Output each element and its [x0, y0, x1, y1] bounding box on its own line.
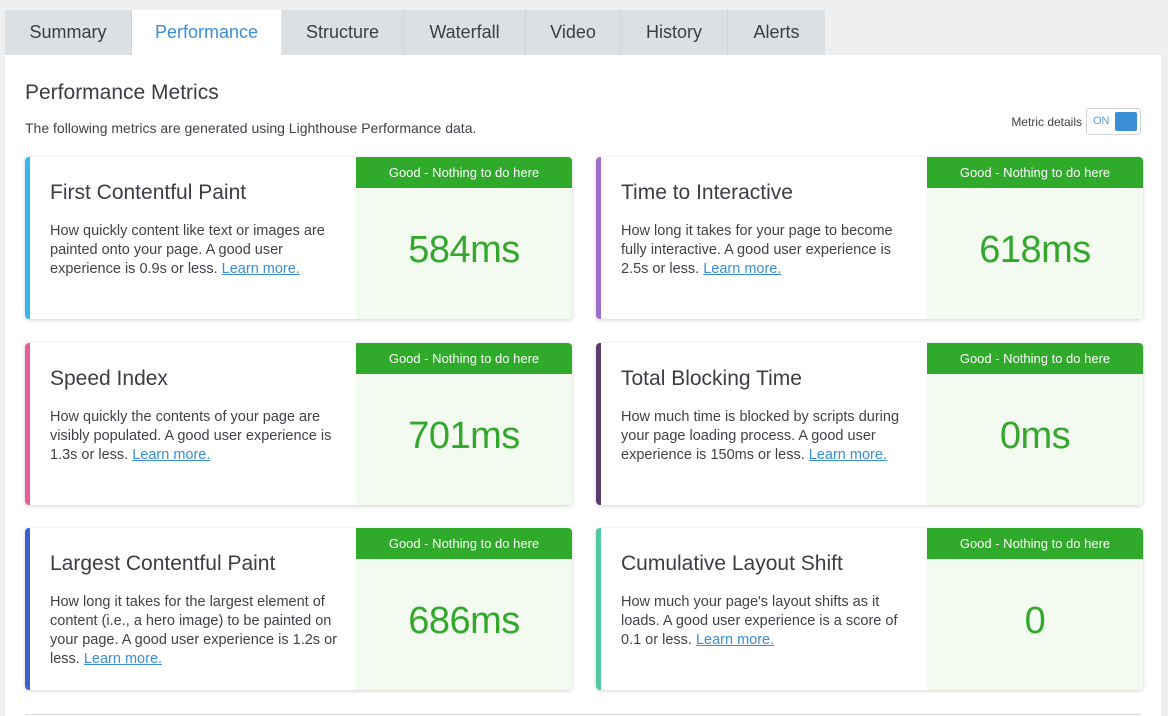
- metric-description: How quickly content like text or images …: [50, 222, 350, 279]
- tab-video[interactable]: Video: [526, 10, 621, 55]
- metric-score-panel: Good - Nothing to do here 701ms: [356, 343, 572, 505]
- metric-description: How quickly the contents of your page ar…: [50, 408, 350, 465]
- metric-value: 584ms: [408, 229, 520, 271]
- learn-more-link[interactable]: Learn more.: [809, 447, 887, 463]
- metric-score-panel: Good - Nothing to do here 618ms: [927, 157, 1143, 319]
- metric-title: Time to Interactive: [621, 181, 793, 204]
- metric-title: Speed Index: [50, 367, 168, 390]
- metric-value: 686ms: [408, 600, 520, 642]
- performance-panel: Performance Metrics The following metric…: [5, 55, 1161, 716]
- metric-card-largest-contentful-paint: Largest Contentful Paint How long it tak…: [25, 528, 572, 690]
- metric-accent-bar: [596, 157, 601, 319]
- metric-accent-bar: [25, 343, 30, 505]
- tab-summary[interactable]: Summary: [5, 10, 132, 55]
- status-badge: Good - Nothing to do here: [356, 157, 572, 188]
- metric-accent-bar: [596, 343, 601, 505]
- status-badge: Good - Nothing to do here: [927, 343, 1143, 374]
- toggle-knob: [1115, 112, 1137, 131]
- status-badge: Good - Nothing to do here: [356, 343, 572, 374]
- page-title: Performance Metrics: [25, 81, 219, 104]
- learn-more-link[interactable]: Learn more.: [132, 447, 210, 463]
- metric-card-cumulative-layout-shift: Cumulative Layout Shift How much your pa…: [596, 528, 1143, 690]
- metric-card-first-contentful-paint: First Contentful Paint How quickly conte…: [25, 157, 572, 319]
- metric-score-panel: Good - Nothing to do here 584ms: [356, 157, 572, 319]
- learn-more-link[interactable]: Learn more.: [703, 261, 781, 277]
- metric-value: 0ms: [999, 415, 1071, 457]
- learn-more-link[interactable]: Learn more.: [84, 651, 162, 667]
- metric-score-panel: Good - Nothing to do here 686ms: [356, 528, 572, 690]
- tab-waterfall[interactable]: Waterfall: [404, 10, 526, 55]
- metric-accent-bar: [25, 528, 30, 690]
- metric-description: How much time is blocked by scripts duri…: [621, 408, 921, 465]
- toggle-state-text: ON: [1093, 115, 1110, 127]
- section-divider: [25, 714, 1141, 715]
- metric-score-panel: Good - Nothing to do here 0ms: [927, 343, 1143, 505]
- status-badge: Good - Nothing to do here: [927, 528, 1143, 559]
- learn-more-link[interactable]: Learn more.: [696, 632, 774, 648]
- metric-value: 701ms: [408, 415, 520, 457]
- status-badge: Good - Nothing to do here: [356, 528, 572, 559]
- metric-title: Cumulative Layout Shift: [621, 552, 843, 575]
- metric-value: 618ms: [979, 229, 1091, 271]
- metric-description: How long it takes for the largest elemen…: [50, 593, 350, 669]
- tab-alerts[interactable]: Alerts: [728, 10, 825, 55]
- metric-description: How much your page's layout shifts as it…: [621, 593, 921, 650]
- metric-value: 0: [1024, 600, 1046, 642]
- metric-card-time-to-interactive: Time to Interactive How long it takes fo…: [596, 157, 1143, 319]
- learn-more-link[interactable]: Learn more.: [222, 261, 300, 277]
- metric-accent-bar: [596, 528, 601, 690]
- metric-title: Total Blocking Time: [621, 367, 802, 390]
- metric-details-toggle[interactable]: ON: [1086, 108, 1141, 135]
- metric-title: Largest Contentful Paint: [50, 552, 276, 575]
- tab-history[interactable]: History: [621, 10, 728, 55]
- metric-card-total-blocking-time: Total Blocking Time How much time is blo…: [596, 343, 1143, 505]
- metric-score-panel: Good - Nothing to do here 0: [927, 528, 1143, 690]
- page-subtitle: The following metrics are generated usin…: [25, 120, 477, 136]
- metric-accent-bar: [25, 157, 30, 319]
- tab-performance[interactable]: Performance: [132, 10, 282, 55]
- metric-card-speed-index: Speed Index How quickly the contents of …: [25, 343, 572, 505]
- metric-details-control: Metric details ON: [1011, 108, 1141, 135]
- metric-description: How long it takes for your page to becom…: [621, 222, 921, 279]
- metric-details-label: Metric details: [1011, 114, 1082, 129]
- status-badge: Good - Nothing to do here: [927, 157, 1143, 188]
- tab-bar: Summary Performance Structure Waterfall …: [5, 10, 825, 55]
- metric-title: First Contentful Paint: [50, 181, 247, 204]
- tab-structure[interactable]: Structure: [282, 10, 404, 55]
